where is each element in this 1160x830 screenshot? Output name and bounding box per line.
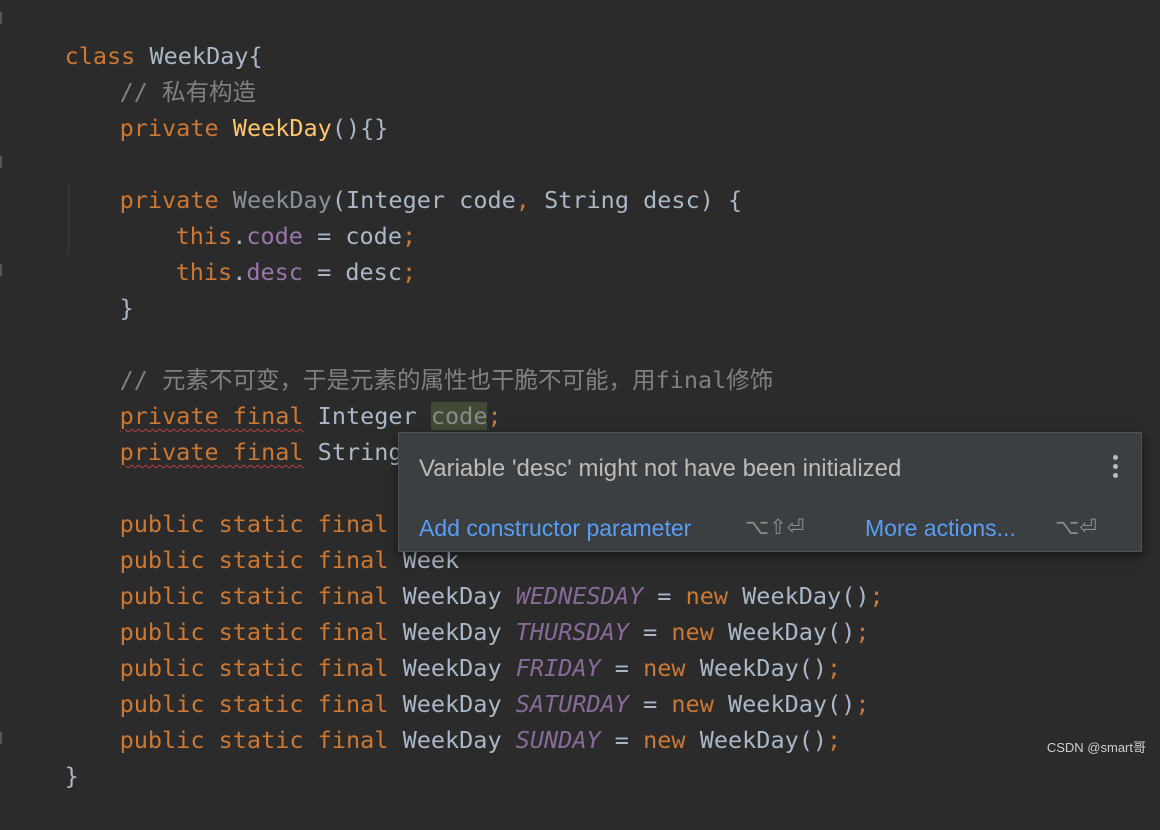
semicolon: ; — [487, 402, 502, 430]
code-line-class-decl[interactable]: class WeekDay{ — [8, 2, 263, 70]
warning-message: Variable 'desc' might not have been init… — [419, 455, 902, 482]
fold-marker[interactable] — [0, 264, 7, 276]
code-line-constructor-1[interactable]: private WeekDay(){} — [63, 74, 389, 142]
semicolon: ; — [827, 726, 842, 754]
code-line-comment[interactable]: // 私有构造 — [63, 38, 256, 106]
fold-marker[interactable] — [0, 12, 7, 24]
code-line-constant[interactable]: public static final WeekDay SUNDAY = new… — [63, 686, 842, 754]
dot-icon — [1112, 455, 1118, 460]
inspection-popup: Variable 'desc' might not have been init… — [398, 432, 1142, 552]
const-name: SUNDAY — [515, 726, 601, 754]
this-keyword: this — [175, 258, 233, 286]
code-line-constant[interactable]: public static final WeekDay SATURDAY = n… — [63, 650, 870, 718]
shortcut-hint: ⌥⏎ — [1055, 515, 1097, 539]
code-line-constructor-2[interactable]: private WeekDay(Integer code, String des… — [63, 146, 743, 214]
code-line-field-desc[interactable]: private final String desc; — [63, 398, 487, 466]
add-constructor-parameter-link[interactable]: Add constructor parameter — [419, 515, 691, 542]
code-line-constant[interactable]: public static final WeekDay FRIDAY = new… — [63, 614, 842, 682]
code-editor[interactable]: class WeekDay{ // 私有构造 private WeekDay()… — [0, 0, 1160, 790]
dot-icon — [1112, 464, 1118, 469]
new-keyword: new — [643, 726, 686, 754]
semicolon: ; — [855, 618, 870, 646]
brace: } — [119, 294, 134, 322]
code-line-assign-desc[interactable]: this.desc = desc; — [119, 218, 417, 286]
code-line-field-code[interactable]: private final Integer code; — [63, 362, 502, 430]
vertical-ellipsis-icon[interactable] — [1111, 455, 1119, 481]
more-actions-link[interactable]: More actions... — [865, 515, 1016, 542]
param-comma: , — [515, 186, 530, 214]
const-type: WeekDay — [388, 726, 516, 754]
fold-marker[interactable] — [0, 732, 7, 744]
const-modifiers: public static final — [119, 726, 389, 754]
field-ref: desc — [246, 258, 303, 286]
semicolon: ; — [401, 258, 417, 286]
assign-rest: = desc — [302, 258, 402, 286]
ctor-call: WeekDay() — [685, 726, 828, 754]
param-2: String desc) { — [529, 186, 743, 214]
watermark: CSDN @smart哥 — [1046, 740, 1146, 755]
code-line-constant[interactable]: public static final WeekDay THURSDAY = n… — [63, 578, 870, 646]
shortcut-hint: ⌥⇧⏎ — [745, 515, 805, 539]
fold-marker[interactable] — [0, 156, 7, 168]
equals: = — [600, 726, 644, 754]
code-line-class-close[interactable]: } — [8, 722, 79, 790]
field-modifiers: private final — [119, 438, 304, 466]
brace: } — [64, 762, 79, 790]
code-line-assign-code[interactable]: this.code = code; — [119, 182, 417, 250]
code-line-comment[interactable]: // 元素不可变，于是元素的属性也干脆不可能，用final修饰 — [63, 326, 774, 394]
private-keyword: private — [119, 114, 219, 142]
semicolon: ; — [855, 690, 870, 718]
dot-icon — [1112, 473, 1118, 478]
code-line-close-brace[interactable]: } — [63, 254, 134, 322]
constructor-name: WeekDay — [232, 114, 332, 142]
semicolon: ; — [869, 582, 884, 610]
constructor-body: (){} — [331, 114, 389, 142]
dot: . — [232, 258, 247, 286]
